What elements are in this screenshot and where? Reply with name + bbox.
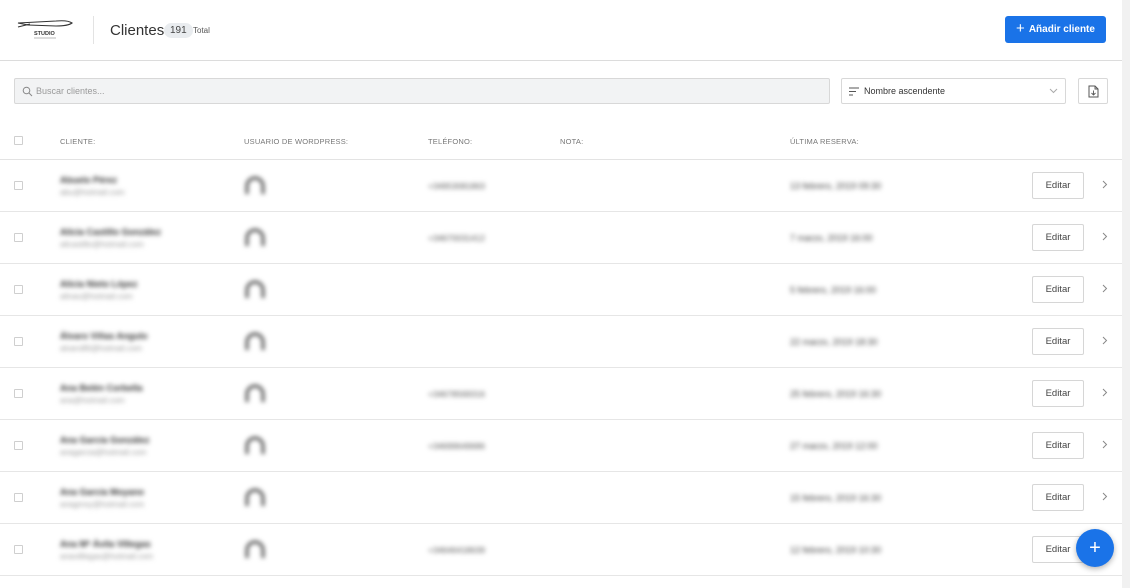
table-row[interactable]: Ana Belén Corbella ana@hotmail.com +346785… — [0, 368, 1122, 420]
client-email: anaviillegas@hotmail.com — [60, 552, 154, 561]
row-checkbox[interactable] — [14, 181, 23, 190]
edit-button[interactable]: Editar — [1032, 328, 1084, 355]
column-header-note: NOTA: — [560, 137, 584, 146]
client-email: alvaro86@hotmail.com — [60, 344, 142, 353]
table-row[interactable]: Ana García Moyano anagmoy@hotmail.com 15 f… — [0, 472, 1122, 524]
edit-button[interactable]: Editar — [1032, 172, 1084, 199]
wordpress-user-avatar-icon — [245, 488, 265, 506]
client-count-suffix: Total — [193, 26, 210, 35]
client-email: anagmoy@hotmail.com — [60, 500, 145, 509]
row-checkbox[interactable] — [14, 337, 23, 346]
client-last-reservation: 27 marzo, 2019 12:00 — [790, 441, 878, 451]
select-all-checkbox[interactable] — [14, 136, 23, 145]
column-header-wordpress-user: USUARIO DE WORDPRESS: — [244, 137, 349, 146]
column-header-phone: TELÉFONO: — [428, 137, 473, 146]
plus-icon: + — [1016, 20, 1025, 37]
row-checkbox[interactable] — [14, 493, 23, 502]
client-email: anagarcia@hotmail.com — [60, 448, 147, 457]
client-last-reservation: 7 marzo, 2019 16:00 — [790, 233, 873, 243]
export-file-icon — [1088, 85, 1099, 98]
client-phone: +34646418639 — [428, 545, 485, 555]
client-last-reservation: 13 febrero, 2019 09:30 — [790, 181, 882, 191]
client-phone: +34953081863 — [428, 181, 485, 191]
client-email: alicastillo@hotmail.com — [60, 240, 144, 249]
client-last-reservation: 15 febrero, 2019 16:30 — [790, 493, 882, 503]
client-name: Ana Belén Corbella — [60, 383, 143, 393]
client-email: abu@hotmail.com — [60, 188, 125, 197]
chevron-right-icon[interactable] — [1102, 388, 1108, 397]
chevron-right-icon[interactable] — [1102, 492, 1108, 501]
chevron-right-icon[interactable] — [1102, 284, 1108, 293]
client-name: Ana García Moyano — [60, 487, 145, 497]
header-divider — [93, 16, 94, 44]
edit-button[interactable]: Editar — [1032, 380, 1084, 407]
chevron-right-icon[interactable] — [1102, 180, 1108, 189]
search-icon — [22, 86, 33, 97]
client-last-reservation: 5 febrero, 2019 16:00 — [790, 285, 877, 295]
table-row[interactable]: Alicia Nieto López alinao@hotmail.com 5 fe… — [0, 264, 1122, 316]
wordpress-user-avatar-icon — [245, 384, 265, 402]
column-header-client: CLIENTE: — [60, 137, 96, 146]
wordpress-user-avatar-icon — [245, 436, 265, 454]
wordpress-user-avatar-icon — [245, 228, 265, 246]
row-checkbox[interactable] — [14, 285, 23, 294]
search-input[interactable] — [36, 82, 816, 100]
page-scrollbar[interactable] — [1122, 0, 1130, 588]
row-checkbox[interactable] — [14, 545, 23, 554]
client-name: Álvaro Viñas Angulo — [60, 331, 148, 341]
page-title: Clientes — [110, 22, 165, 39]
floating-add-button[interactable]: + — [1076, 529, 1114, 567]
row-checkbox[interactable] — [14, 389, 23, 398]
client-name: Ana Mª Ávila Villegas — [60, 539, 151, 549]
row-checkbox[interactable] — [14, 441, 23, 450]
chevron-right-icon[interactable] — [1102, 440, 1108, 449]
client-phone: +34670031412 — [428, 233, 485, 243]
sort-selected-value: Nombre ascendente — [864, 86, 946, 96]
svg-text:STUDIO: STUDIO — [34, 31, 56, 37]
chevron-right-icon[interactable] — [1102, 232, 1108, 241]
client-last-reservation: 25 febrero, 2019 16:30 — [790, 389, 882, 399]
wordpress-user-avatar-icon — [245, 540, 265, 558]
client-last-reservation: 22 marzo, 2019 18:30 — [790, 337, 878, 347]
wordpress-user-avatar-icon — [245, 176, 265, 194]
client-email: alinao@hotmail.com — [60, 292, 133, 301]
client-last-reservation: 12 febrero, 2019 10:30 — [790, 545, 882, 555]
table-row[interactable]: Ana García González anagarcia@hotmail.com… — [0, 420, 1122, 472]
client-name: Alicia Nieto López — [60, 279, 138, 289]
table-header: CLIENTE: USUARIO DE WORDPRESS: TELÉFONO:… — [0, 122, 1122, 160]
sort-icon — [849, 87, 859, 96]
export-button[interactable] — [1078, 78, 1108, 104]
table-row[interactable]: Alicia Castillo González alicastillo@hotm… — [0, 212, 1122, 264]
table-row[interactable]: Álvaro Viñas Angulo alvaro86@hotmail.com 2… — [0, 316, 1122, 368]
client-phone: +34699649686 — [428, 441, 485, 451]
edit-button[interactable]: Editar — [1032, 276, 1084, 303]
table-row[interactable]: Ana Mª Ávila Villegas anaviillegas@hotmai… — [0, 524, 1122, 576]
table-row[interactable]: Abuelo Pérez abu@hotmail.com +34953081863 1… — [0, 160, 1122, 212]
edit-button[interactable]: Editar — [1032, 432, 1084, 459]
client-phone: +34678569316 — [428, 389, 485, 399]
chevron-right-icon[interactable] — [1102, 336, 1108, 345]
client-count-badge: 191 — [164, 23, 193, 38]
column-header-last-reservation: ÚLTIMA RESERVA: — [790, 137, 859, 146]
sort-select[interactable]: Nombre ascendente — [841, 78, 1066, 104]
client-name: Alicia Castillo González — [60, 227, 162, 237]
client-email: ana@hotmail.com — [60, 396, 125, 405]
row-checkbox[interactable] — [14, 233, 23, 242]
edit-button[interactable]: Editar — [1032, 484, 1084, 511]
wordpress-user-avatar-icon — [245, 280, 265, 298]
wordpress-user-avatar-icon — [245, 332, 265, 350]
client-name: Ana García González — [60, 435, 150, 445]
app-header: STUDIO Clientes 191 Total + Añadir clien… — [0, 0, 1122, 61]
client-name: Abuelo Pérez — [60, 175, 118, 185]
add-client-label: Añadir cliente — [1028, 24, 1095, 35]
studio-logo[interactable]: STUDIO — [16, 18, 74, 40]
edit-button[interactable]: Editar — [1032, 224, 1084, 251]
add-client-button[interactable]: + Añadir cliente — [1005, 16, 1106, 43]
chevron-down-icon — [1049, 88, 1058, 94]
search-box[interactable] — [14, 78, 830, 104]
